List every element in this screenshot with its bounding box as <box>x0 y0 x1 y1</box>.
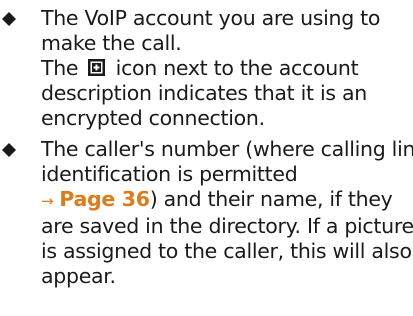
text-line-with-link: → Page 36) and their name, if they <box>41 187 407 214</box>
diamond-bullet-icon <box>2 143 16 157</box>
text-line-with-icon: The icon next to the account <box>41 56 407 81</box>
text-line: The caller's number (where calling line <box>41 137 413 161</box>
text-fragment: ) and their name, if they <box>149 187 393 211</box>
arrow-right-icon: → <box>41 192 54 210</box>
text-fragment: icon next to the account <box>115 56 359 80</box>
text-fragment: The <box>41 56 79 80</box>
text-line: The VoIP account you are using to <box>41 6 381 30</box>
page-reference-link[interactable]: Page 36 <box>59 187 150 211</box>
bullet-text: The caller's number (where calling line … <box>41 137 413 289</box>
bullet-text: The VoIP account you are using to make t… <box>41 6 407 131</box>
text-line: make the call. <box>41 31 182 55</box>
text-line: encrypted connection. <box>41 106 265 130</box>
lock-icon <box>88 59 106 76</box>
text-line: identification is permitted <box>41 162 298 186</box>
document-page: The VoIP account you are using to make t… <box>0 0 413 316</box>
text-line: are saved in the directory. If a picture <box>41 214 413 238</box>
text-line: is assigned to the caller, this will als… <box>41 239 412 263</box>
diamond-bullet-icon <box>2 12 16 26</box>
text-line: appear. <box>41 264 116 288</box>
text-line: description indicates that it is an <box>41 81 367 105</box>
